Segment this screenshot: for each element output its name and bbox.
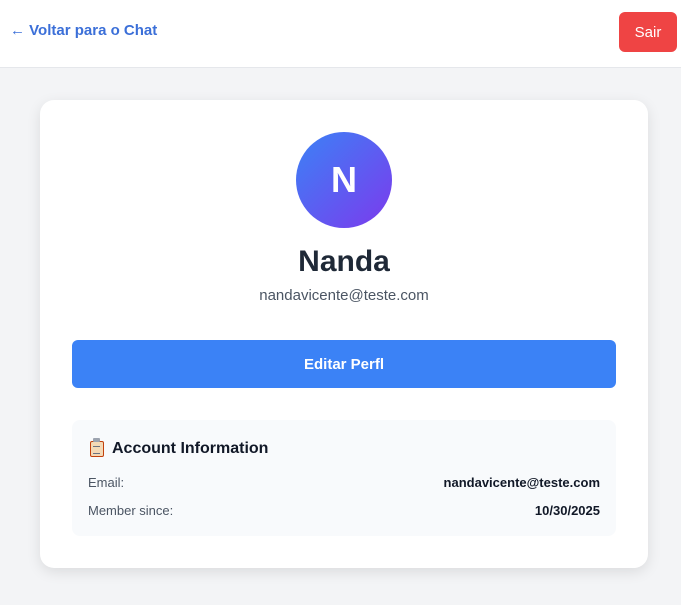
account-info-title: Account Information [112,440,269,457]
info-label-email: Email: [88,474,125,490]
info-row-member-since: Member since: 10/30/2025 [88,500,600,520]
edit-profile-button[interactable]: Editar Perfl [72,340,616,388]
info-value-member-since: 10/30/2025 [534,502,600,518]
top-navbar: ← Voltar para o Chat Sair [0,0,681,68]
info-row-email: Email: nandavicente@teste.com [88,472,600,492]
account-info-panel: Account Information Email: nandavicente@… [72,420,616,536]
logout-button[interactable]: Sair [619,12,677,52]
account-info-header: Account Information [90,438,269,458]
profile-email: nandavicente@teste.com [259,287,429,304]
clipboard-icon [90,438,104,457]
back-to-chat-link[interactable]: ← Voltar para o Chat [10,22,157,39]
profile-name: Nanda [298,245,390,278]
avatar: N [296,132,392,228]
profile-card: N Nanda nandavicente@teste.com Editar Pe… [40,100,648,568]
info-label-member-since: Member since: [88,502,174,518]
avatar-initial: N [331,159,357,200]
info-value-email: nandavicente@teste.com [443,474,600,490]
